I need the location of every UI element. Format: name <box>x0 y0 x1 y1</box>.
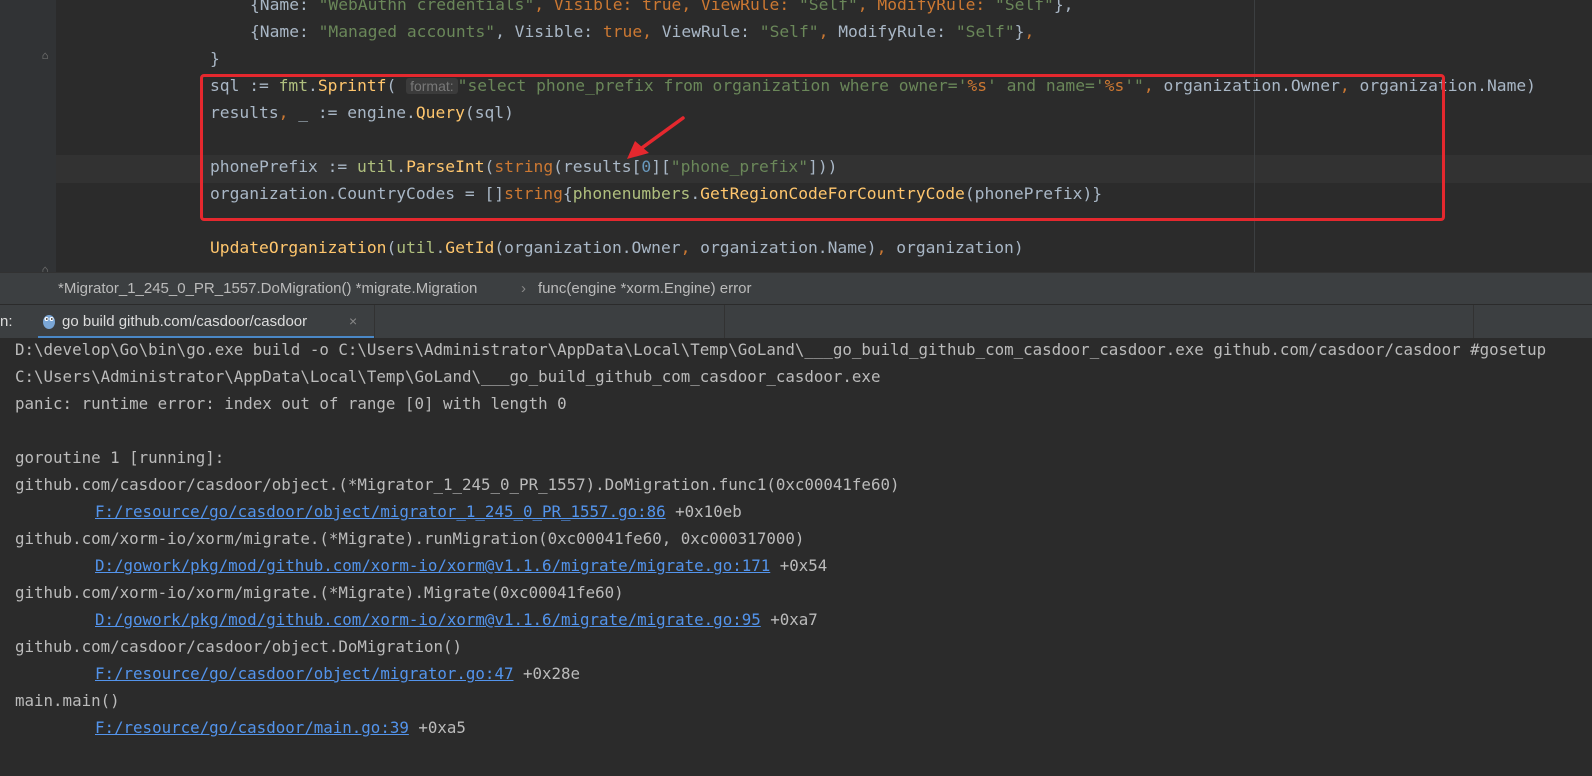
fold-icon[interactable]: ⌂ <box>39 264 51 273</box>
console-output[interactable]: D:\develop\Go\bin\go.exe build -o C:\Use… <box>0 338 1592 776</box>
stack-frame-line: D:/gowork/pkg/mod/github.com/xorm-io/xor… <box>95 556 828 575</box>
breadcrumb: *Migrator_1_245_0_PR_1557.DoMigration() … <box>0 272 1592 305</box>
tab-divider <box>1473 305 1474 339</box>
stack-frame-line: F:/resource/go/casdoor/object/migrator.g… <box>95 664 581 683</box>
code-line[interactable]: {Name: "Managed accounts", Visible: true… <box>250 18 1034 45</box>
console-line: goroutine 1 [running]: <box>15 448 225 467</box>
console-line-panic: panic: runtime error: index out of range… <box>15 394 567 413</box>
run-tool-window-tabbar: n: go build github.com/casdoor/casdoor × <box>0 304 1592 339</box>
stack-frame-line: F:/resource/go/casdoor/object/migrator_1… <box>95 502 742 521</box>
console-line: D:\develop\Go\bin\go.exe build -o C:\Use… <box>15 340 1547 359</box>
source-link[interactable]: F:/resource/go/casdoor/object/migrator.g… <box>95 664 513 683</box>
close-icon[interactable]: × <box>349 313 357 329</box>
stack-frame-line: F:/resource/go/casdoor/main.go:39 +0xa5 <box>95 718 466 737</box>
console-line: github.com/casdoor/casdoor/object.(*Migr… <box>15 475 900 494</box>
code-line[interactable]: } <box>210 45 220 72</box>
fold-icon[interactable]: ⌂ <box>39 50 51 62</box>
tab-divider <box>374 305 375 339</box>
code-line-update[interactable]: UpdateOrganization(util.GetId(organizati… <box>210 234 1024 261</box>
gopher-icon <box>43 315 55 329</box>
console-line: github.com/casdoor/casdoor/object.DoMigr… <box>15 637 462 656</box>
chevron-right-icon: › <box>521 280 526 297</box>
tab-title: go build github.com/casdoor/casdoor <box>62 313 308 330</box>
console-line: C:\Users\Administrator\AppData\Local\Tem… <box>15 367 881 386</box>
console-line: main.main() <box>15 691 120 710</box>
code-line[interactable]: {Name: "WebAuthn credentials", Visible: … <box>250 0 1073 18</box>
run-label: n: <box>0 313 13 330</box>
console-line: github.com/xorm-io/xorm/migrate.(*Migrat… <box>15 529 805 548</box>
annotation-arrow-icon <box>627 116 685 159</box>
editor-gutter: ⌂ ⌂ <box>0 0 56 272</box>
breadcrumb-item-method[interactable]: *Migrator_1_245_0_PR_1557.DoMigration() … <box>58 273 477 305</box>
console-line: github.com/xorm-io/xorm/migrate.(*Migrat… <box>15 583 624 602</box>
stack-frame-line: D:/gowork/pkg/mod/github.com/xorm-io/xor… <box>95 610 818 629</box>
code-editor[interactable]: ⌂ ⌂ {Name: "WebAuthn credentials", Visib… <box>0 0 1592 272</box>
source-link[interactable]: D:/gowork/pkg/mod/github.com/xorm-io/xor… <box>95 556 770 575</box>
tab-go-build[interactable]: go build github.com/casdoor/casdoor × <box>38 305 374 339</box>
source-link[interactable]: D:/gowork/pkg/mod/github.com/xorm-io/xor… <box>95 610 761 629</box>
tab-divider <box>724 305 725 339</box>
annotation-highlight-box <box>200 74 1445 221</box>
source-link[interactable]: F:/resource/go/casdoor/object/migrator_1… <box>95 502 666 521</box>
source-link[interactable]: F:/resource/go/casdoor/main.go:39 <box>95 718 409 737</box>
breadcrumb-item-func[interactable]: func(engine *xorm.Engine) error <box>538 273 751 305</box>
